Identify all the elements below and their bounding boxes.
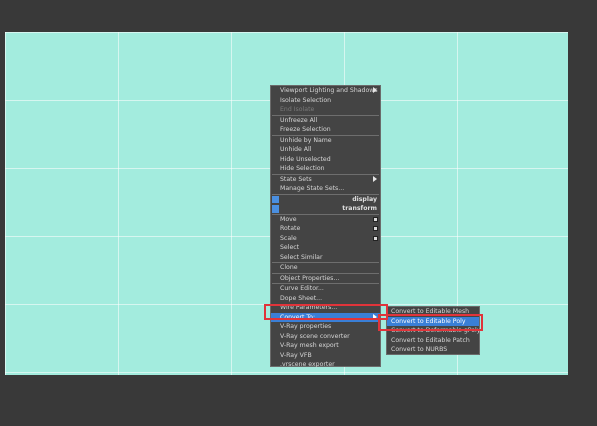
menu-item-end-isolate: End Isolate bbox=[271, 105, 380, 115]
menu-item-label: End Isolate bbox=[280, 106, 315, 113]
menu-item-select-similar[interactable]: Select Similar bbox=[271, 253, 380, 263]
menu-item-label: Unfreeze All bbox=[280, 116, 318, 124]
menu-item-hide-unselected[interactable]: Hide Unselected bbox=[271, 155, 380, 165]
menu-item-label: V-Ray properties bbox=[280, 323, 332, 330]
menu-item-label: Unhide by Name bbox=[280, 136, 332, 144]
menu-item-label: Hide Selection bbox=[280, 165, 325, 172]
menu-item-label: Select bbox=[280, 244, 300, 251]
menu-item-rotate[interactable]: Rotate bbox=[271, 224, 380, 234]
options-box-icon[interactable] bbox=[373, 226, 378, 231]
options-box-icon[interactable] bbox=[373, 235, 378, 241]
menu-item-object-properties[interactable]: Object Properties... bbox=[271, 274, 380, 284]
menu-item-label: Convert to Editable Patch bbox=[391, 336, 470, 344]
quad-header-display: display bbox=[271, 195, 380, 205]
menu-item-label: V-Ray mesh export bbox=[280, 342, 339, 349]
menu-item-clone[interactable]: Clone bbox=[271, 263, 380, 273]
menu-item-freeze-selection[interactable]: Freeze Selection bbox=[271, 125, 380, 135]
quad-header-marker-icon bbox=[272, 205, 279, 213]
menu-item-curve-editor[interactable]: Curve Editor... bbox=[271, 284, 380, 294]
menu-item-unfreeze-all[interactable]: Unfreeze All bbox=[271, 116, 380, 126]
menu-item-label: Manage State Sets... bbox=[280, 185, 345, 192]
menu-item-label: Select Similar bbox=[280, 253, 323, 261]
menu-item-label: Dope Sheet... bbox=[280, 294, 323, 302]
menu-item-isolate-selection[interactable]: Isolate Selection bbox=[271, 96, 380, 106]
menu-item-hide-selection[interactable]: Hide Selection bbox=[271, 164, 380, 174]
menu-item-label: .vrscene exporter bbox=[280, 361, 335, 368]
menu-item-label: Rotate bbox=[280, 225, 301, 232]
menu-item-label: Viewport Lighting and Shadows bbox=[280, 87, 378, 94]
menu-item-vrscene-exporter[interactable]: .vrscene exporter bbox=[271, 360, 380, 370]
menu-item-label: State Sets bbox=[280, 175, 312, 183]
callout-editable-poly bbox=[378, 314, 483, 331]
menu-item-scale[interactable]: Scale bbox=[271, 234, 380, 244]
menu-item-label: Clone bbox=[280, 264, 298, 271]
menu-item-label: Move bbox=[280, 215, 297, 223]
menu-item-label: Object Properties... bbox=[280, 274, 340, 282]
quad-header-label: transform bbox=[342, 205, 377, 212]
menu-item-label: Scale bbox=[280, 234, 297, 242]
menu-item-label: Convert to NURBS bbox=[391, 346, 448, 353]
callout-convert-to bbox=[264, 304, 388, 320]
menu-item-vray-vfb[interactable]: V-Ray VFB bbox=[271, 351, 380, 361]
menu-item-state-sets[interactable]: State Sets bbox=[271, 175, 380, 185]
menu-item-viewport-lighting[interactable]: Viewport Lighting and Shadows bbox=[271, 86, 380, 96]
menu-item-move[interactable]: Move bbox=[271, 215, 380, 225]
menu-item-label: Hide Unselected bbox=[280, 155, 331, 163]
quad-header-transform: transform bbox=[271, 204, 380, 214]
menu-item-convert-editable-patch[interactable]: Convert to Editable Patch bbox=[387, 336, 479, 346]
options-box-icon[interactable] bbox=[373, 216, 378, 222]
menu-item-label: V-Ray scene converter bbox=[280, 332, 350, 340]
menu-item-unhide-by-name[interactable]: Unhide by Name bbox=[271, 136, 380, 146]
menu-item-unhide-all[interactable]: Unhide All bbox=[271, 145, 380, 155]
quad-header-marker-icon bbox=[272, 195, 279, 203]
quad-header-label: display bbox=[352, 195, 377, 203]
menu-item-label: V-Ray VFB bbox=[280, 351, 312, 359]
menu-item-select[interactable]: Select bbox=[271, 243, 380, 253]
menu-item-label: Isolate Selection bbox=[280, 96, 332, 104]
menu-item-label: Unhide All bbox=[280, 146, 312, 153]
menu-item-label: Curve Editor... bbox=[280, 285, 324, 292]
quad-menu: Viewport Lighting and Shadows Isolate Se… bbox=[270, 85, 381, 370]
submenu-arrow-icon bbox=[373, 87, 377, 93]
menu-item-vray-scene-converter[interactable]: V-Ray scene converter bbox=[271, 332, 380, 342]
menu-item-convert-nurbs[interactable]: Convert to NURBS bbox=[387, 345, 479, 355]
menu-item-label: Freeze Selection bbox=[280, 126, 331, 133]
menu-item-manage-state-sets[interactable]: Manage State Sets... bbox=[271, 184, 380, 194]
menu-item-dope-sheet[interactable]: Dope Sheet... bbox=[271, 294, 380, 304]
menu-item-vray-mesh-export[interactable]: V-Ray mesh export bbox=[271, 341, 380, 351]
menu-item-vray-properties[interactable]: V-Ray properties bbox=[271, 322, 380, 332]
submenu-arrow-icon bbox=[373, 175, 377, 182]
